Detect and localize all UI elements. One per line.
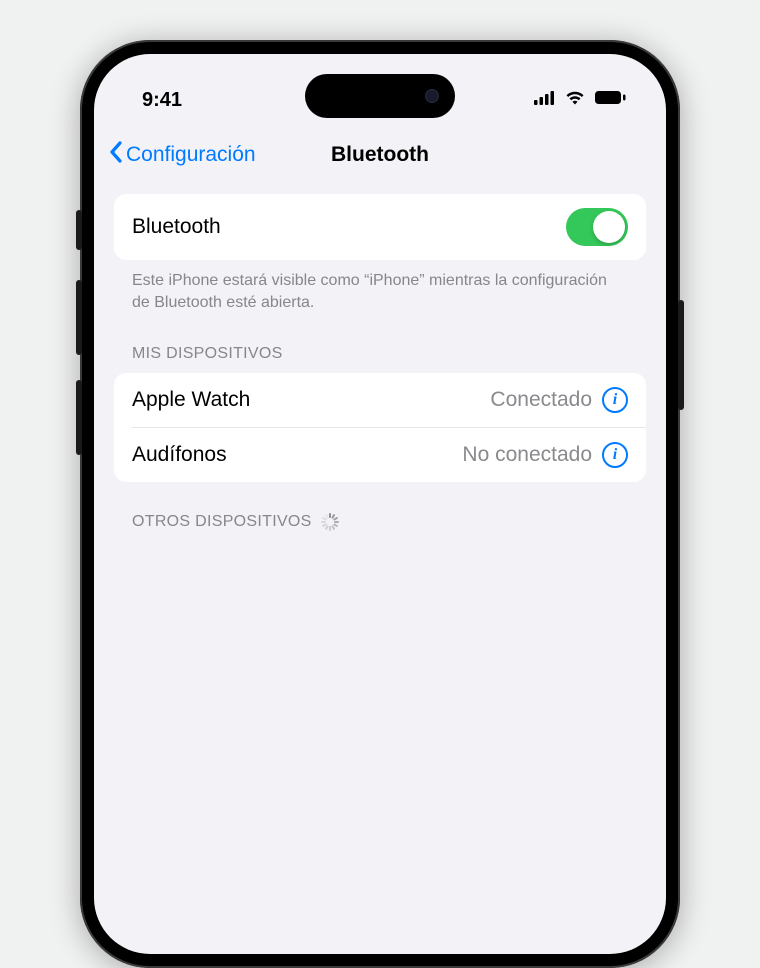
device-status: Conectado — [490, 388, 592, 412]
other-devices-label: OTROS DISPOSITIVOS — [132, 513, 312, 531]
other-devices-header: OTROS DISPOSITIVOS — [114, 482, 646, 542]
back-label: Configuración — [126, 143, 256, 167]
cellular-icon — [534, 91, 556, 110]
toggle-knob — [593, 211, 625, 243]
phone-frame: 9:41 — [80, 40, 680, 968]
device-row-audifonos[interactable]: Audífonos No conectado i — [132, 427, 646, 482]
chevron-left-icon — [108, 140, 124, 170]
device-trail: Conectado i — [490, 387, 628, 413]
device-status: No conectado — [462, 443, 592, 467]
status-icons — [534, 90, 626, 111]
bluetooth-toggle[interactable] — [566, 208, 628, 246]
device-name: Audífonos — [132, 443, 227, 467]
bluetooth-label: Bluetooth — [132, 215, 221, 239]
my-devices-group: Apple Watch Conectado i Audífonos No con… — [114, 373, 646, 482]
nav-bar: Configuración Bluetooth — [94, 122, 666, 184]
device-name: Apple Watch — [132, 388, 250, 412]
info-icon[interactable]: i — [602, 387, 628, 413]
volume-up-button — [76, 280, 82, 355]
page-title: Bluetooth — [331, 143, 429, 167]
dynamic-island — [305, 74, 455, 118]
screen: 9:41 — [94, 54, 666, 954]
bluetooth-toggle-row[interactable]: Bluetooth — [114, 194, 646, 260]
info-icon[interactable]: i — [602, 442, 628, 468]
my-devices-header: MIS DISPOSITIVOS — [114, 315, 646, 373]
spinner-icon — [320, 512, 340, 532]
bluetooth-toggle-group: Bluetooth — [114, 194, 646, 260]
device-row-apple-watch[interactable]: Apple Watch Conectado i — [114, 373, 646, 427]
power-button — [678, 300, 684, 410]
device-trail: No conectado i — [462, 442, 628, 468]
silence-switch — [76, 210, 82, 250]
content: Bluetooth Este iPhone estará visible com… — [94, 184, 666, 552]
back-button[interactable]: Configuración — [108, 140, 256, 170]
volume-down-button — [76, 380, 82, 455]
visibility-note: Este iPhone estará visible como “iPhone”… — [114, 260, 646, 315]
battery-icon — [594, 90, 626, 110]
status-time: 9:41 — [142, 89, 182, 112]
wifi-icon — [564, 90, 586, 111]
front-camera — [425, 89, 439, 103]
